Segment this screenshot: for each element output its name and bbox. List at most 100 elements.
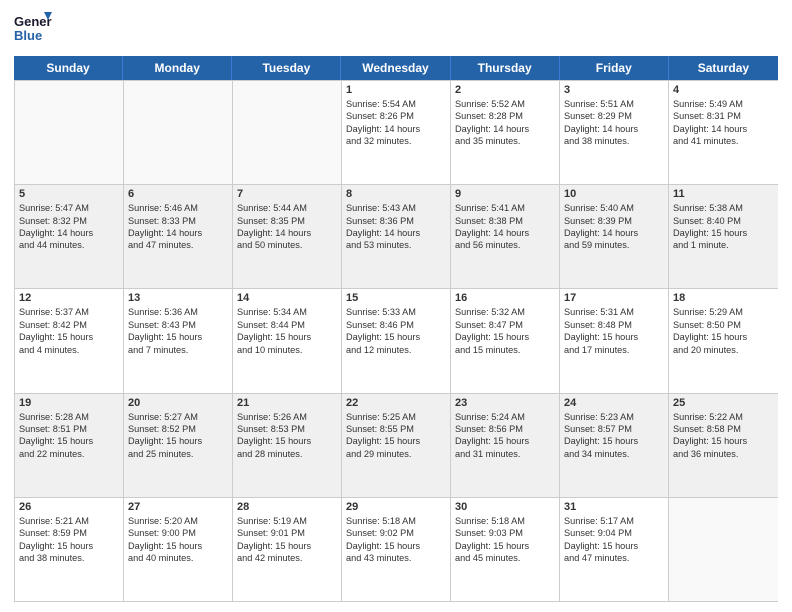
cal-cell: 27 Sunrise: 5:20 AMSunset: 9:00 PMDayligh…: [124, 498, 233, 601]
day-header-tuesday: Tuesday: [232, 56, 341, 80]
cal-cell: 7 Sunrise: 5:44 AMSunset: 8:35 PMDaylight…: [233, 185, 342, 288]
cal-cell: 29 Sunrise: 5:18 AMSunset: 9:02 PMDayligh…: [342, 498, 451, 601]
cal-cell: 11Sunrise: 5:38 AMSunset: 8:40 PMDayligh…: [669, 185, 778, 288]
cell-info: Sunrise: 5:32 AMSunset: 8:47 PMDaylight:…: [455, 306, 555, 356]
calendar-body: 1 Sunrise: 5:54 AMSunset: 8:26 PMDaylight…: [14, 80, 778, 602]
cell-info: Sunrise: 5:52 AMSunset: 8:28 PMDaylight:…: [455, 98, 555, 148]
cal-cell: 8 Sunrise: 5:43 AMSunset: 8:36 PMDaylight…: [342, 185, 451, 288]
cal-cell: [15, 81, 124, 184]
day-number: 22: [346, 397, 446, 409]
week-row-1: 5 Sunrise: 5:47 AMSunset: 8:32 PMDaylight…: [15, 184, 778, 288]
cell-info: Sunrise: 5:47 AMSunset: 8:32 PMDaylight:…: [19, 202, 119, 252]
day-number: 27: [128, 501, 228, 513]
day-header-saturday: Saturday: [669, 56, 778, 80]
day-number: 5: [19, 188, 119, 200]
day-number: 20: [128, 397, 228, 409]
calendar-header: SundayMondayTuesdayWednesdayThursdayFrid…: [14, 56, 778, 80]
cal-cell: 9 Sunrise: 5:41 AMSunset: 8:38 PMDaylight…: [451, 185, 560, 288]
cell-info: Sunrise: 5:51 AMSunset: 8:29 PMDaylight:…: [564, 98, 664, 148]
cell-info: Sunrise: 5:31 AMSunset: 8:48 PMDaylight:…: [564, 306, 664, 356]
cell-info: Sunrise: 5:46 AMSunset: 8:33 PMDaylight:…: [128, 202, 228, 252]
day-number: 21: [237, 397, 337, 409]
day-number: 23: [455, 397, 555, 409]
logo: General Blue: [14, 10, 52, 48]
day-number: 25: [673, 397, 774, 409]
day-number: 7: [237, 188, 337, 200]
day-number: 16: [455, 292, 555, 304]
cal-cell: [124, 81, 233, 184]
cell-info: Sunrise: 5:17 AMSunset: 9:04 PMDaylight:…: [564, 515, 664, 565]
cell-info: Sunrise: 5:26 AMSunset: 8:53 PMDaylight:…: [237, 411, 337, 461]
cell-info: Sunrise: 5:24 AMSunset: 8:56 PMDaylight:…: [455, 411, 555, 461]
cell-info: Sunrise: 5:25 AMSunset: 8:55 PMDaylight:…: [346, 411, 446, 461]
cell-info: Sunrise: 5:19 AMSunset: 9:01 PMDaylight:…: [237, 515, 337, 565]
cell-info: Sunrise: 5:54 AMSunset: 8:26 PMDaylight:…: [346, 98, 446, 148]
week-row-2: 12 Sunrise: 5:37 AMSunset: 8:42 PMDayligh…: [15, 288, 778, 392]
cell-info: Sunrise: 5:18 AMSunset: 9:02 PMDaylight:…: [346, 515, 446, 565]
logo-svg: General Blue: [14, 10, 52, 48]
day-number: 4: [673, 84, 774, 96]
cell-info: Sunrise: 5:27 AMSunset: 8:52 PMDaylight:…: [128, 411, 228, 461]
day-number: 30: [455, 501, 555, 513]
day-number: 28: [237, 501, 337, 513]
day-number: 6: [128, 188, 228, 200]
cell-info: Sunrise: 5:20 AMSunset: 9:00 PMDaylight:…: [128, 515, 228, 565]
week-row-3: 19 Sunrise: 5:28 AMSunset: 8:51 PMDayligh…: [15, 393, 778, 497]
cal-cell: 23 Sunrise: 5:24 AMSunset: 8:56 PMDayligh…: [451, 394, 560, 497]
cal-cell: 2 Sunrise: 5:52 AMSunset: 8:28 PMDaylight…: [451, 81, 560, 184]
cal-cell: 26Sunrise: 5:21 AMSunset: 8:59 PMDayligh…: [15, 498, 124, 601]
cell-info: Sunrise: 5:28 AMSunset: 8:51 PMDaylight:…: [19, 411, 119, 461]
day-number: 2: [455, 84, 555, 96]
day-number: 14: [237, 292, 337, 304]
cal-cell: 18Sunrise: 5:29 AMSunset: 8:50 PMDayligh…: [669, 289, 778, 392]
cal-cell: 14Sunrise: 5:34 AMSunset: 8:44 PMDayligh…: [233, 289, 342, 392]
day-header-sunday: Sunday: [14, 56, 123, 80]
cal-cell: 15 Sunrise: 5:33 AMSunset: 8:46 PMDayligh…: [342, 289, 451, 392]
cal-cell: 20 Sunrise: 5:27 AMSunset: 8:52 PMDayligh…: [124, 394, 233, 497]
cal-cell: 16 Sunrise: 5:32 AMSunset: 8:47 PMDayligh…: [451, 289, 560, 392]
cell-info: Sunrise: 5:44 AMSunset: 8:35 PMDaylight:…: [237, 202, 337, 252]
cal-cell: [669, 498, 778, 601]
day-number: 9: [455, 188, 555, 200]
day-number: 29: [346, 501, 446, 513]
day-number: 1: [346, 84, 446, 96]
week-row-4: 26Sunrise: 5:21 AMSunset: 8:59 PMDayligh…: [15, 497, 778, 601]
cell-info: Sunrise: 5:38 AMSunset: 8:40 PMDaylight:…: [673, 202, 774, 252]
week-row-0: 1 Sunrise: 5:54 AMSunset: 8:26 PMDaylight…: [15, 80, 778, 184]
cell-info: Sunrise: 5:43 AMSunset: 8:36 PMDaylight:…: [346, 202, 446, 252]
day-number: 19: [19, 397, 119, 409]
cal-cell: 24 Sunrise: 5:23 AMSunset: 8:57 PMDayligh…: [560, 394, 669, 497]
cal-cell: 25Sunrise: 5:22 AMSunset: 8:58 PMDayligh…: [669, 394, 778, 497]
day-header-thursday: Thursday: [451, 56, 560, 80]
cal-cell: 5 Sunrise: 5:47 AMSunset: 8:32 PMDaylight…: [15, 185, 124, 288]
cell-info: Sunrise: 5:23 AMSunset: 8:57 PMDaylight:…: [564, 411, 664, 461]
header: General Blue: [14, 10, 778, 48]
day-number: 12: [19, 292, 119, 304]
cal-cell: 30 Sunrise: 5:18 AMSunset: 9:03 PMDayligh…: [451, 498, 560, 601]
cal-cell: 22 Sunrise: 5:25 AMSunset: 8:55 PMDayligh…: [342, 394, 451, 497]
day-number: 24: [564, 397, 664, 409]
calendar: SundayMondayTuesdayWednesdayThursdayFrid…: [14, 56, 778, 602]
day-number: 15: [346, 292, 446, 304]
day-number: 8: [346, 188, 446, 200]
day-number: 17: [564, 292, 664, 304]
day-number: 18: [673, 292, 774, 304]
cal-cell: 13Sunrise: 5:36 AMSunset: 8:43 PMDayligh…: [124, 289, 233, 392]
cell-info: Sunrise: 5:33 AMSunset: 8:46 PMDaylight:…: [346, 306, 446, 356]
cal-cell: 3 Sunrise: 5:51 AMSunset: 8:29 PMDaylight…: [560, 81, 669, 184]
cal-cell: 6 Sunrise: 5:46 AMSunset: 8:33 PMDaylight…: [124, 185, 233, 288]
cell-info: Sunrise: 5:37 AMSunset: 8:42 PMDaylight:…: [19, 306, 119, 356]
page: General Blue SundayMondayTuesdayWednesda…: [0, 0, 792, 612]
cal-cell: 31Sunrise: 5:17 AMSunset: 9:04 PMDayligh…: [560, 498, 669, 601]
cal-cell: 21 Sunrise: 5:26 AMSunset: 8:53 PMDayligh…: [233, 394, 342, 497]
cell-info: Sunrise: 5:49 AMSunset: 8:31 PMDaylight:…: [673, 98, 774, 148]
cal-cell: 12 Sunrise: 5:37 AMSunset: 8:42 PMDayligh…: [15, 289, 124, 392]
cell-info: Sunrise: 5:41 AMSunset: 8:38 PMDaylight:…: [455, 202, 555, 252]
cell-info: Sunrise: 5:36 AMSunset: 8:43 PMDaylight:…: [128, 306, 228, 356]
cal-cell: 10Sunrise: 5:40 AMSunset: 8:39 PMDayligh…: [560, 185, 669, 288]
cell-info: Sunrise: 5:18 AMSunset: 9:03 PMDaylight:…: [455, 515, 555, 565]
cal-cell: [233, 81, 342, 184]
cal-cell: 19 Sunrise: 5:28 AMSunset: 8:51 PMDayligh…: [15, 394, 124, 497]
day-number: 3: [564, 84, 664, 96]
day-header-monday: Monday: [123, 56, 232, 80]
